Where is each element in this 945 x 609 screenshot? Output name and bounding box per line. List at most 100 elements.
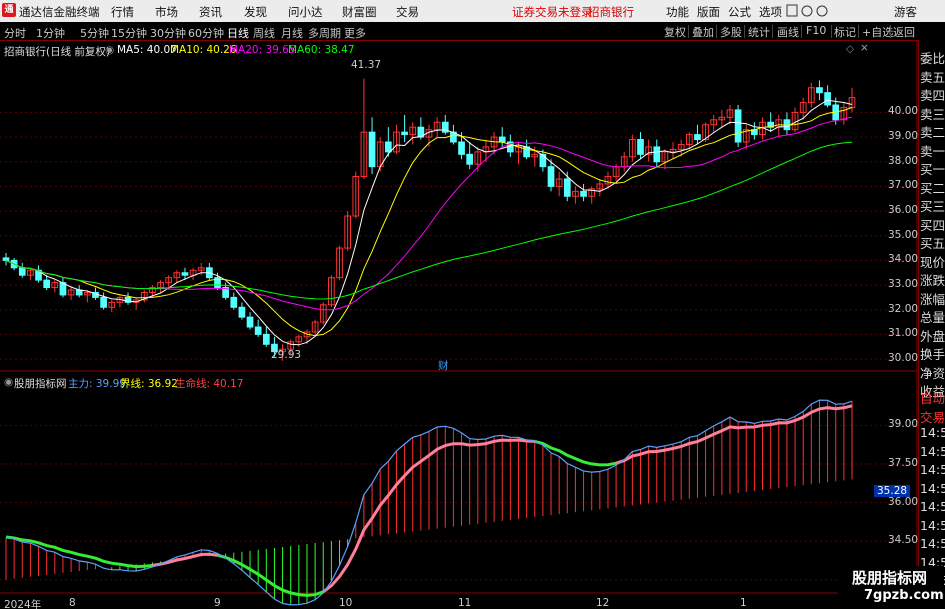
side-panel-item: 总量: [920, 310, 945, 325]
watermark-line1: 股朋指标网: [852, 569, 928, 587]
close-chart-icon[interactable]: ×: [860, 42, 869, 54]
btn-back[interactable]: 返回: [893, 24, 915, 40]
price-tick: 39.00: [888, 130, 919, 143]
high-price-label: 41.37: [351, 59, 382, 71]
side-panel-item[interactable]: 14:56: [920, 518, 945, 533]
period-tab-multi[interactable]: 多周期: [308, 25, 341, 41]
menu-options[interactable]: 选项: [759, 4, 782, 20]
period-tab-timeshare[interactable]: 分时: [4, 25, 26, 41]
menu-formula[interactable]: 公式: [728, 4, 751, 20]
price-tick: 30.00: [888, 352, 919, 365]
btn-multi-stock[interactable]: 多股: [720, 24, 742, 40]
date-sep: 9: [214, 597, 221, 609]
menu-wealth-circle[interactable]: 财富圈: [342, 4, 377, 20]
candle: [2, 257, 10, 261]
chart-area[interactable]: 招商银行(日线 前复权) ◉ MA5: 40.07 MA10: 40.26 MA…: [0, 40, 945, 609]
btn-draw[interactable]: 画线: [777, 24, 799, 40]
side-panel-item: 买四: [920, 217, 945, 233]
ma5-value: MA5: 40.07: [117, 44, 177, 56]
candle: [816, 87, 823, 94]
side-panel-item[interactable]: 14:56: [920, 444, 945, 459]
period-tab-15min[interactable]: 15分钟: [111, 25, 147, 41]
menu-news[interactable]: 资讯: [199, 4, 222, 20]
side-panel-item[interactable]: 14:56: [920, 462, 945, 477]
btn-adjust[interactable]: 复权: [664, 24, 686, 40]
side-panel-item: 卖二: [920, 125, 945, 140]
side-panel-item: 涨幅: [920, 291, 945, 307]
btn-overlay[interactable]: 叠加: [692, 24, 714, 40]
period-tab-daily[interactable]: 日线: [227, 25, 249, 41]
help-icon: [816, 5, 828, 17]
period-tab-60min[interactable]: 60分钟: [188, 25, 224, 41]
app-logo-icon: 通: [2, 3, 16, 17]
ma10-value: MA10: 40.26: [170, 44, 237, 56]
candle: [653, 146, 661, 163]
diamond-icon[interactable]: ◇: [846, 43, 854, 55]
lifeline-segment: [615, 404, 853, 465]
side-panel-item: 净资: [920, 365, 945, 381]
period-tab-more[interactable]: 更多: [344, 25, 366, 41]
candle: [466, 153, 474, 165]
price-tick: 34.00: [888, 253, 919, 266]
side-panel-item: 买一: [920, 162, 945, 177]
candle: [458, 141, 465, 155]
candle: [824, 92, 831, 106]
btn-f10[interactable]: F10: [806, 24, 826, 37]
menu-trade[interactable]: 交易: [396, 4, 419, 20]
skin-icon: [801, 5, 813, 17]
menu-layout[interactable]: 版面: [697, 4, 720, 20]
btn-add-watchlist[interactable]: +自选: [862, 24, 893, 40]
menu-market[interactable]: 市场: [155, 4, 178, 20]
side-panel-item: 卖三: [920, 106, 945, 122]
btn-mark[interactable]: 标记: [834, 24, 856, 40]
side-panel-item[interactable]: 14:56: [920, 425, 945, 440]
finance-mark[interactable]: 财: [438, 358, 449, 373]
btn-stats[interactable]: 统计: [748, 24, 770, 40]
date-aug: 8: [69, 597, 76, 609]
candle: [100, 296, 107, 308]
low-price-label: 29.93: [271, 349, 302, 361]
price-tick: 38.00: [888, 154, 919, 167]
indicator-lifeline-value: 生命线: 40.17: [175, 378, 244, 390]
candle: [262, 333, 270, 345]
period-tab-weekly[interactable]: 周线: [253, 25, 275, 41]
period-tab-30min[interactable]: 30分钟: [150, 25, 186, 41]
side-panel-item[interactable]: 交易: [920, 407, 945, 426]
indicator-main-value: 主力: 39.99: [68, 378, 126, 390]
side-panel-item[interactable]: 自动: [920, 388, 945, 407]
side-panel-item: 买三: [920, 199, 945, 214]
side-panel-item: 买二: [920, 180, 945, 196]
side-panel-item[interactable]: 14:56: [920, 481, 945, 496]
date-oct: 10: [339, 597, 353, 609]
login-status[interactable]: 证券交易未登录: [512, 4, 593, 20]
price-tick: 35.00: [888, 228, 919, 241]
date-2024: 2024年: [4, 599, 42, 609]
side-panel-item[interactable]: 14:56: [920, 536, 945, 551]
menu-discover[interactable]: 发现: [244, 4, 267, 20]
price-tick: 31.00: [888, 327, 919, 340]
menu-wenxiaoda[interactable]: 问小达: [288, 4, 323, 20]
menu-quotes[interactable]: 行情: [111, 4, 134, 20]
candle: [547, 166, 555, 187]
candle: [254, 326, 262, 335]
price-tick: 32.00: [888, 302, 919, 315]
broker-name[interactable]: 招商银行: [588, 4, 634, 20]
side-panel-item: 委比: [920, 51, 945, 66]
candle: [230, 296, 238, 308]
candle: [238, 306, 246, 318]
side-panel-item: 现价: [920, 254, 945, 270]
candle: [401, 131, 408, 136]
menu-function[interactable]: 功能: [666, 4, 689, 20]
period-tab-1min[interactable]: 1分钟: [36, 25, 65, 41]
indicator-settings-icon[interactable]: ◉: [4, 376, 13, 388]
indicator-name[interactable]: 股朋指标网: [14, 376, 67, 391]
period-tab-monthly[interactable]: 月线: [281, 25, 303, 41]
side-panel-item[interactable]: 14:56: [920, 499, 945, 514]
candle: [368, 131, 376, 168]
page-icon: [786, 4, 798, 17]
guest-label[interactable]: 游客: [894, 4, 917, 20]
period-tab-5min[interactable]: 5分钟: [80, 25, 109, 41]
chart-canvas[interactable]: [0, 40, 918, 609]
settings-icon[interactable]: ◉: [105, 44, 114, 56]
candle: [734, 109, 742, 143]
